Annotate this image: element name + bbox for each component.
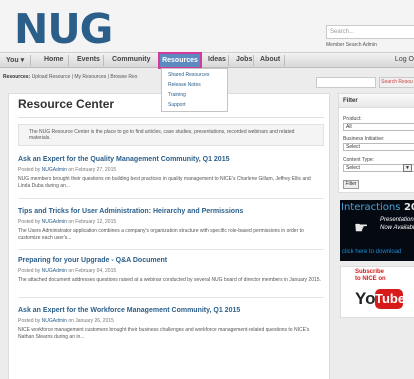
main-nav: You ▾ Home Events Community Resources Id… xyxy=(0,52,414,69)
business-initiative-label: Business Initiative: xyxy=(343,136,385,142)
author-link[interactable]: NUGAdmin xyxy=(42,167,67,173)
dropdown-arrow-icon[interactable]: ▼ xyxy=(403,164,412,172)
youtube-subscribe-banner[interactable]: Subscribe to NICE on You Tube xyxy=(340,266,414,318)
resource-search-input[interactable] xyxy=(316,77,376,88)
article-item: Tips and Tricks for User Administration:… xyxy=(18,207,324,242)
page-title: Resource Center xyxy=(18,97,115,111)
article-item: Preparing for your Upgrade - Q&A Documen… xyxy=(18,256,324,284)
author-link[interactable]: NUGAdmin xyxy=(42,219,67,225)
product-label: Product: xyxy=(343,116,362,122)
nav-about[interactable]: About xyxy=(260,56,280,63)
filter-button[interactable]: Filter xyxy=(343,180,359,189)
member-links[interactable]: Member Search Admin xyxy=(326,42,377,48)
nav-divider xyxy=(284,55,285,66)
nug-logo[interactable]: NUG xyxy=(14,9,113,50)
nav-events[interactable]: Events xyxy=(77,56,100,63)
nav-you[interactable]: You ▾ xyxy=(6,56,24,64)
promo-title: Interactions 201 xyxy=(341,202,414,213)
logout-link[interactable]: Log O xyxy=(395,56,414,63)
article-summary: The Users Administrator application comb… xyxy=(18,228,304,241)
author-link[interactable]: NUGAdmin xyxy=(42,268,67,274)
promo-download-link[interactable]: click here to download xyxy=(342,249,401,255)
article-title-link[interactable]: Tips and Tricks for User Administration:… xyxy=(18,207,324,216)
resources-subnav: Resources: Upload Resource | My Resource… xyxy=(3,74,137,80)
article-meta: Posted by NUGAdmin on February 04, 2015 xyxy=(18,268,117,274)
nav-divider xyxy=(30,55,31,66)
article-title-link[interactable]: Preparing for your Upgrade - Q&A Documen… xyxy=(18,256,324,265)
nav-jobs[interactable]: Jobs xyxy=(236,56,252,63)
chevron-down-icon: ▾ xyxy=(20,57,25,64)
nav-community[interactable]: Community xyxy=(112,56,151,63)
article-divider xyxy=(18,297,324,298)
article-meta: Posted by NUGAdmin on February 27, 2015 xyxy=(18,167,117,173)
nav-resources[interactable]: Resources xyxy=(158,52,202,69)
title-divider xyxy=(18,117,324,118)
promo-subtitle: Presentations Now Available xyxy=(380,217,414,231)
filter-title: Filter xyxy=(339,94,414,108)
article-meta: Posted by NUGAdmin on January 26, 2015 xyxy=(18,318,114,324)
menu-item-shared-resources[interactable]: Shared Resources xyxy=(162,71,227,81)
author-link[interactable]: NUGAdmin xyxy=(42,318,67,324)
menu-item-release-notes[interactable]: Release Notes xyxy=(162,81,227,91)
search-resources-button[interactable]: Search Resou xyxy=(379,77,414,88)
subnav-label: Resources: xyxy=(3,74,31,80)
intro-box: The NUG Resource Center is the place to … xyxy=(18,124,324,146)
article-summary: NUG members brought their questions on b… xyxy=(18,176,311,189)
article-meta: Posted by NUGAdmin on February 12, 2015 xyxy=(18,219,117,225)
product-select[interactable]: All xyxy=(343,123,414,131)
subscribe-text: Subscribe to NICE on xyxy=(355,269,386,282)
article-summary: The attached document addresses question… xyxy=(18,277,321,283)
nav-divider xyxy=(253,55,254,66)
menu-item-support[interactable]: Support xyxy=(162,101,227,111)
nav-divider xyxy=(68,55,69,66)
content-type-label: Content Type: xyxy=(343,157,375,163)
menu-item-training[interactable]: Training xyxy=(162,91,227,101)
business-initiative-select[interactable]: Select xyxy=(343,143,414,151)
youtube-logo-icon: Tube xyxy=(375,289,405,309)
nav-divider xyxy=(228,55,229,66)
filter-panel: Filter Product: All Business Initiative:… xyxy=(338,93,414,193)
logo-text: NUG xyxy=(14,5,113,53)
article-divider xyxy=(18,249,324,250)
article-title-link[interactable]: Ask an Expert for the Workforce Manageme… xyxy=(18,306,324,315)
nav-divider xyxy=(103,55,104,66)
resources-dropdown-menu: Shared Resources Release Notes Training … xyxy=(161,68,228,112)
hand-pointer-icon: ☛ xyxy=(354,220,369,237)
interactions-promo-banner[interactable]: Interactions 201 ☛ PresentationsNow Avai… xyxy=(340,200,414,261)
subnav-links[interactable]: Upload Resource | My Resources | Browse … xyxy=(32,74,138,80)
article-item: Ask an Expert for the Workforce Manageme… xyxy=(18,306,324,341)
nav-home[interactable]: Home xyxy=(44,56,63,63)
article-summary: NICE workforce management customers brou… xyxy=(18,327,310,340)
site-search-input[interactable]: Search... xyxy=(326,25,414,39)
article-divider xyxy=(18,198,324,199)
article-item: Ask an Expert for the Quality Management… xyxy=(18,155,324,190)
nav-ideas[interactable]: Ideas xyxy=(208,56,226,63)
article-title-link[interactable]: Ask an Expert for the Quality Management… xyxy=(18,155,324,164)
